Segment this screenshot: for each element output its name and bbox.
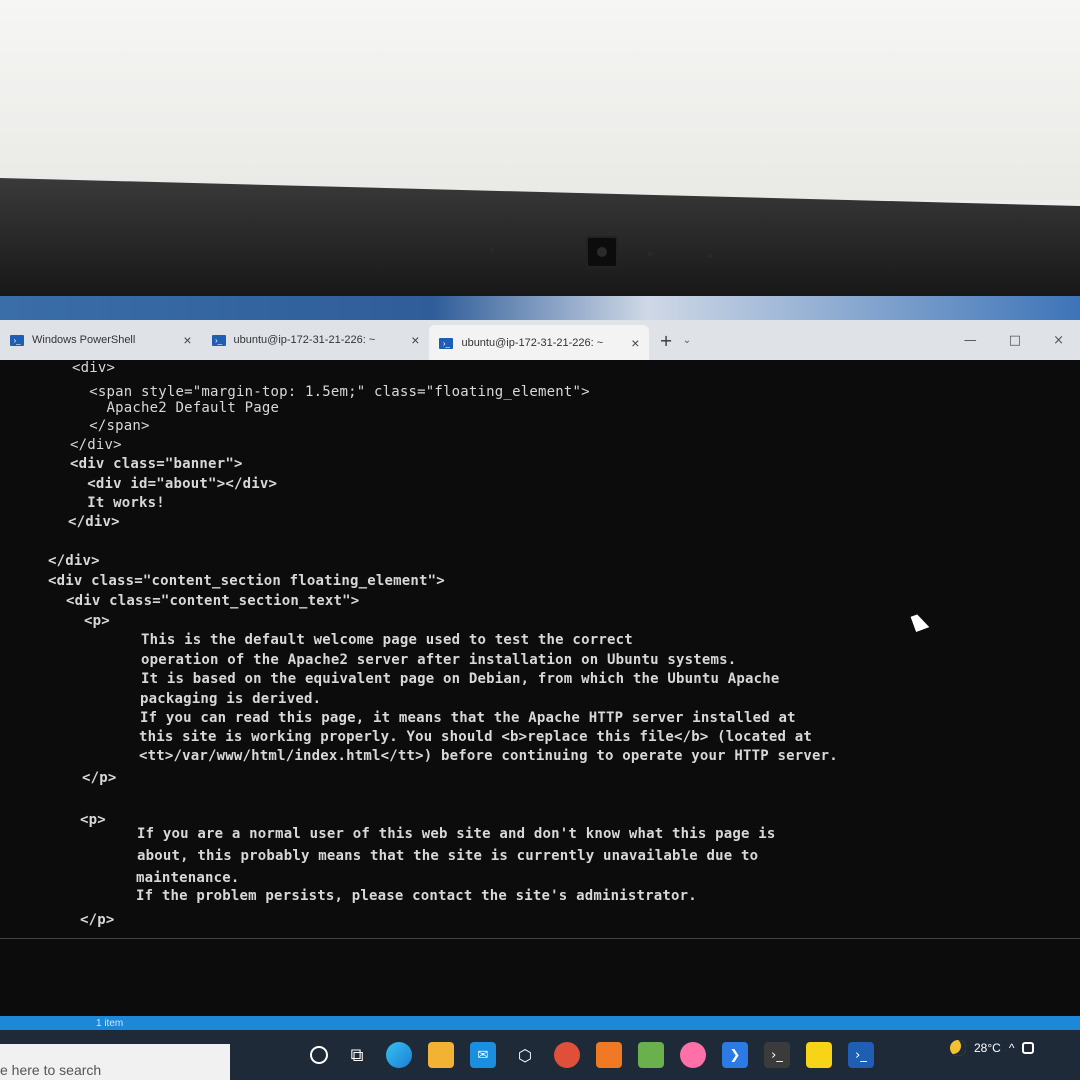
terminal-icon[interactable]: ›_: [764, 1042, 790, 1068]
minimize-button[interactable]: —: [964, 333, 977, 348]
code-line: It works!: [70, 495, 165, 511]
powershell-icon: ›_: [10, 334, 24, 346]
code-line: <div id="about"></div>: [70, 476, 278, 492]
bezel-sensor: [708, 254, 712, 258]
powershell-icon[interactable]: ›_: [848, 1042, 874, 1068]
file-explorer-icon[interactable]: [428, 1042, 454, 1068]
task-view-icon[interactable]: ⧉: [344, 1042, 370, 1068]
chevron-up-icon[interactable]: ^: [1009, 1041, 1015, 1055]
webcam: [586, 236, 618, 268]
taskbar-app-icons: ⧉ ✉ ⬡ ❯ ›_ ›_: [310, 1042, 874, 1068]
tab-ubuntu-1[interactable]: ›_ ubuntu@ip-172-31-21-226: ~ ×: [202, 325, 430, 355]
code-line: </div>: [68, 514, 120, 530]
code-line: about, this probably means that the site…: [137, 848, 759, 864]
code-line: If the problem persists, please contact …: [136, 888, 697, 904]
git-icon[interactable]: [596, 1042, 622, 1068]
desktop-background-strip: [0, 296, 1080, 322]
3d-viewer-icon[interactable]: ⬡: [512, 1042, 538, 1068]
code-line: Apache2 Default Page: [72, 400, 280, 416]
bezel-sensor: [490, 248, 494, 252]
system-tray: 28°C ^: [950, 1040, 1035, 1056]
new-tab-button[interactable]: +: [649, 331, 682, 350]
bezel-sensor: [648, 252, 652, 256]
code-line: <div>: [72, 360, 116, 376]
code-line: <tt>/var/www/html/index.html</tt>) befor…: [139, 748, 838, 764]
code-line: this site is working properly. You shoul…: [139, 729, 813, 745]
code-line: <p>: [80, 812, 106, 828]
code-line: <span style="margin-top: 1.5em;" class="…: [72, 384, 590, 400]
terminal-tab-bar: ›_ Windows PowerShell × ›_ ubuntu@ip-172…: [0, 320, 1080, 361]
code-line: </p>: [82, 770, 117, 786]
code-line: <div class="banner">: [70, 456, 243, 472]
terminal-icon: ›_: [439, 337, 454, 349]
code-line: <p>: [84, 613, 110, 629]
search-placeholder: e here to search: [0, 1062, 102, 1078]
widget-strip: [0, 1016, 1080, 1030]
app-icon[interactable]: [638, 1042, 664, 1068]
code-line: maintenance.: [136, 870, 240, 886]
code-line: If you can read this page, it means that…: [140, 710, 796, 726]
code-line: </div>: [48, 553, 100, 569]
weather-icon[interactable]: [950, 1040, 966, 1056]
background-wall: [0, 0, 1080, 200]
network-icon[interactable]: [1022, 1042, 1035, 1054]
cortana-icon[interactable]: [310, 1046, 328, 1064]
tab-label: ubuntu@ip-172-31-21-226: ~: [461, 337, 604, 349]
code-line: <div class="content_section_text">: [66, 593, 360, 609]
taskbar-search-box[interactable]: e here to search: [0, 1044, 230, 1080]
tab-label: ubuntu@ip-172-31-21-226: ~: [233, 334, 376, 346]
code-line: This is the default welcome page used to…: [141, 632, 633, 648]
code-line: If you are a normal user of this web sit…: [137, 826, 776, 842]
store-icon[interactable]: [554, 1042, 580, 1068]
close-tab-icon[interactable]: ×: [383, 332, 419, 348]
widget-strip-label: 1 item: [96, 1018, 124, 1029]
window-controls: — □ ×: [964, 333, 1080, 348]
code-line: operation of the Apache2 server after in…: [141, 652, 737, 668]
sticky-notes-icon[interactable]: [806, 1042, 832, 1068]
terminal-divider: [0, 938, 1080, 939]
app-icon[interactable]: [680, 1042, 706, 1068]
terminal-icon: ›_: [211, 334, 226, 346]
chevron-down-icon[interactable]: ⌄: [683, 335, 691, 346]
code-line: packaging is derived.: [140, 691, 322, 707]
close-tab-icon[interactable]: ×: [143, 332, 191, 348]
mail-icon[interactable]: ✉: [470, 1042, 496, 1068]
code-line: </div>: [70, 437, 122, 453]
temperature[interactable]: 28°C: [974, 1041, 1001, 1055]
close-window-button[interactable]: ×: [1053, 333, 1064, 348]
close-tab-icon[interactable]: ×: [611, 335, 639, 351]
maximize-button[interactable]: □: [1009, 333, 1021, 348]
code-line: It is based on the equivalent page on De…: [141, 671, 780, 687]
code-line: </span>: [72, 418, 150, 434]
code-line: <div class="content_section floating_ele…: [48, 573, 445, 589]
tab-ubuntu-2-active[interactable]: ›_ ubuntu@ip-172-31-21-226: ~ ×: [429, 325, 650, 361]
tab-windows-powershell[interactable]: ›_ Windows PowerShell ×: [0, 325, 202, 355]
edge-browser-icon[interactable]: [386, 1042, 412, 1068]
code-line: </p>: [80, 912, 115, 928]
terminal-output[interactable]: <div> <span style="margin-top: 1.5em;" c…: [0, 360, 1080, 960]
vscode-icon[interactable]: ❯: [722, 1042, 748, 1068]
tab-label: Windows PowerShell: [32, 334, 136, 346]
